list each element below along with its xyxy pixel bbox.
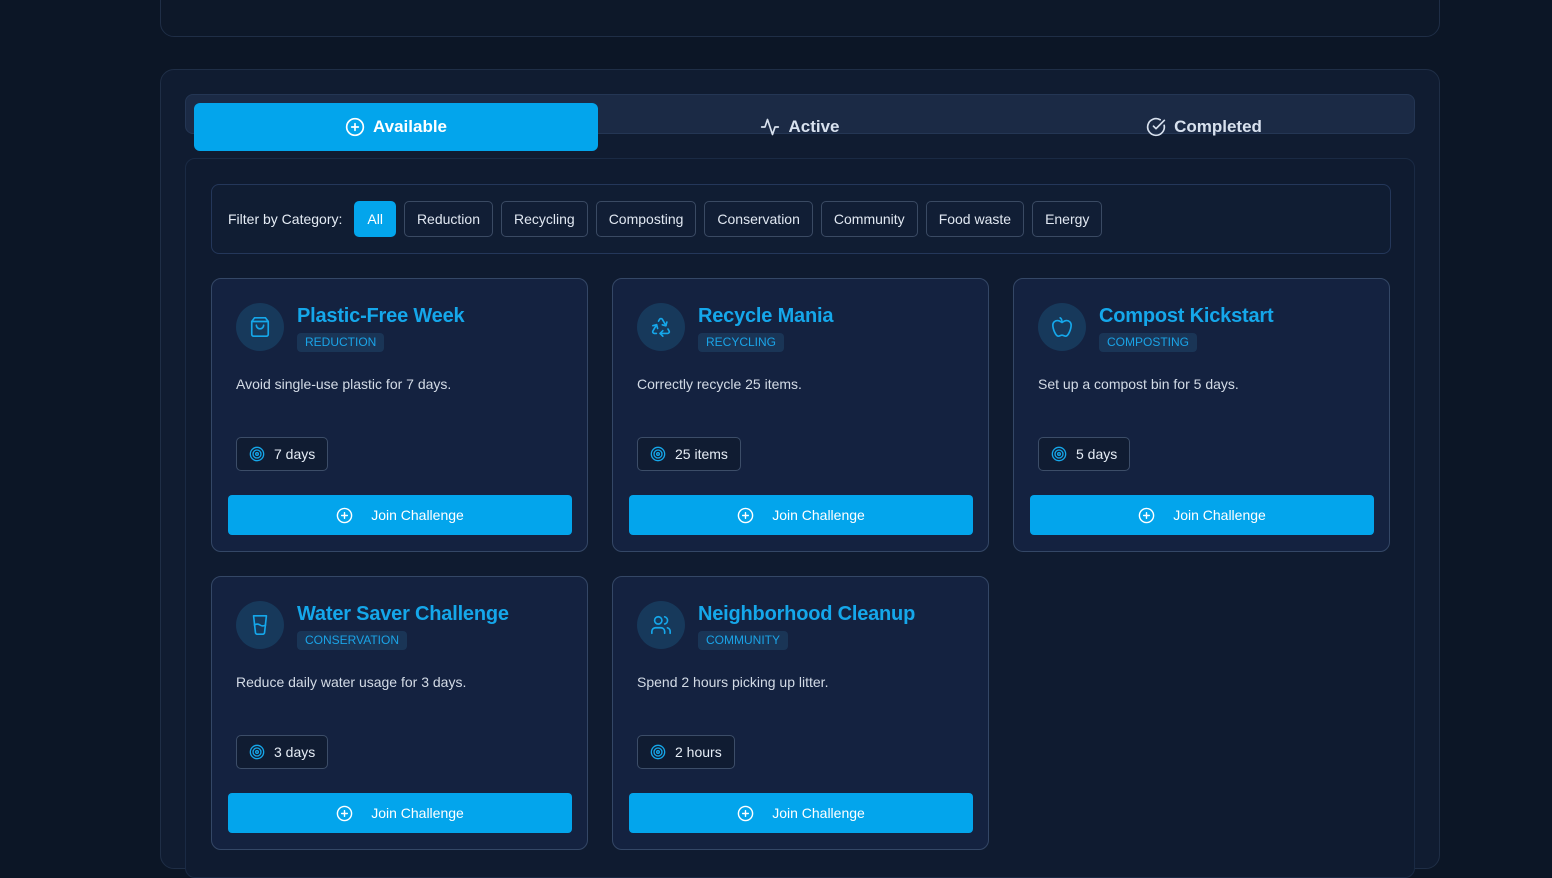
join-challenge-button[interactable]: Join Challenge bbox=[629, 495, 973, 535]
filter-chip-food-waste[interactable]: Food waste bbox=[925, 201, 1025, 237]
card-description: Avoid single-use plastic for 7 days. bbox=[236, 376, 452, 392]
card-description: Reduce daily water usage for 3 days. bbox=[236, 674, 467, 690]
plus-circle-icon bbox=[1138, 507, 1155, 523]
plus-circle-icon bbox=[336, 507, 353, 523]
apple-icon bbox=[1052, 317, 1072, 337]
target-icon bbox=[1051, 446, 1067, 462]
card-description: Spend 2 hours picking up litter. bbox=[637, 674, 829, 690]
goal-text: 7 days bbox=[274, 446, 316, 462]
join-button-label: Join Challenge bbox=[772, 507, 865, 523]
plus-circle-icon bbox=[345, 117, 365, 137]
tab-label: Active bbox=[788, 117, 840, 136]
category-badge: COMPOSTING bbox=[1099, 333, 1198, 352]
card-title: Neighborhood Cleanup bbox=[698, 603, 916, 625]
plus-circle-icon bbox=[737, 805, 754, 821]
previous-section-panel bbox=[160, 0, 1440, 37]
goal-badge: 5 days bbox=[1038, 437, 1131, 471]
category-badge: REDUCTION bbox=[297, 333, 385, 352]
target-icon bbox=[249, 446, 265, 462]
card-description: Set up a compost bin for 5 days. bbox=[1038, 376, 1239, 392]
challenges-panel: Available Active Completed Filter by Cat… bbox=[160, 69, 1440, 878]
tab-available[interactable]: Available bbox=[194, 103, 598, 151]
challenge-card: Plastic-Free Week REDUCTION Avoid single… bbox=[211, 278, 588, 552]
target-icon bbox=[249, 744, 265, 760]
filter-chip-conservation[interactable]: Conservation bbox=[704, 201, 813, 237]
card-icon-circle bbox=[236, 303, 284, 351]
challenge-tabs: Available Active Completed bbox=[185, 94, 1415, 151]
goal-text: 25 items bbox=[675, 446, 728, 462]
glass-water-icon bbox=[252, 615, 268, 635]
card-title: Plastic-Free Week bbox=[297, 305, 465, 327]
plus-circle-icon bbox=[737, 507, 754, 523]
tab-label: Available bbox=[372, 117, 448, 136]
card-icon-circle bbox=[1038, 303, 1086, 351]
filter-chip-all[interactable]: All bbox=[354, 201, 396, 237]
check-circle-icon bbox=[1146, 117, 1166, 137]
tab-label: Completed bbox=[1174, 117, 1262, 136]
tab-active[interactable]: Active bbox=[598, 103, 1002, 151]
challenge-card: Compost Kickstart COMPOSTING Set up a co… bbox=[1013, 278, 1390, 552]
filter-chip-composting[interactable]: Composting bbox=[595, 201, 697, 237]
join-challenge-button[interactable]: Join Challenge bbox=[228, 793, 572, 833]
challenge-card: Neighborhood Cleanup COMMUNITY Spend 2 h… bbox=[612, 576, 989, 850]
card-title: Recycle Mania bbox=[698, 305, 834, 327]
join-challenge-button[interactable]: Join Challenge bbox=[1030, 495, 1374, 535]
card-icon-circle bbox=[236, 601, 284, 649]
card-icon-circle bbox=[637, 303, 685, 351]
goal-badge: 2 hours bbox=[637, 735, 735, 769]
tab-completed[interactable]: Completed bbox=[1002, 103, 1406, 151]
target-icon bbox=[650, 744, 666, 760]
goal-text: 5 days bbox=[1076, 446, 1118, 462]
card-icon-circle bbox=[637, 601, 685, 649]
join-button-label: Join Challenge bbox=[1173, 507, 1266, 523]
card-title: Compost Kickstart bbox=[1099, 305, 1274, 327]
plus-circle-icon bbox=[336, 805, 353, 821]
tab-content: Filter by Category: All Reduction Recycl… bbox=[185, 158, 1415, 878]
filter-chip-recycling[interactable]: Recycling bbox=[500, 201, 588, 237]
shopping-bag-icon bbox=[250, 317, 270, 337]
target-icon bbox=[650, 446, 666, 462]
join-button-label: Join Challenge bbox=[371, 507, 464, 523]
filter-chip-energy[interactable]: Energy bbox=[1032, 201, 1103, 237]
goal-badge: 25 items bbox=[637, 437, 741, 471]
challenge-card: Recycle Mania RECYCLING Correctly recycl… bbox=[612, 278, 989, 552]
filter-chip-reduction[interactable]: Reduction bbox=[403, 201, 493, 237]
join-button-label: Join Challenge bbox=[772, 805, 865, 821]
join-challenge-button[interactable]: Join Challenge bbox=[629, 793, 973, 833]
join-challenge-button[interactable]: Join Challenge bbox=[228, 495, 572, 535]
goal-badge: 7 days bbox=[236, 437, 329, 471]
card-description: Correctly recycle 25 items. bbox=[637, 376, 802, 392]
users-icon bbox=[651, 615, 671, 635]
category-badge: CONSERVATION bbox=[297, 631, 408, 650]
category-badge: COMMUNITY bbox=[698, 631, 788, 650]
category-badge: RECYCLING bbox=[698, 333, 785, 352]
category-filter-bar: Filter by Category: All Reduction Recycl… bbox=[211, 184, 1391, 254]
filter-label: Filter by Category: bbox=[228, 211, 343, 227]
activity-icon bbox=[761, 118, 780, 136]
filter-chip-community[interactable]: Community bbox=[820, 201, 918, 237]
goal-text: 3 days bbox=[274, 744, 316, 760]
join-button-label: Join Challenge bbox=[371, 805, 464, 821]
recycle-icon bbox=[651, 317, 671, 337]
card-title: Water Saver Challenge bbox=[297, 603, 509, 625]
goal-badge: 3 days bbox=[236, 735, 329, 769]
goal-text: 2 hours bbox=[675, 744, 722, 760]
challenge-card: Water Saver Challenge CONSERVATION Reduc… bbox=[211, 576, 588, 850]
